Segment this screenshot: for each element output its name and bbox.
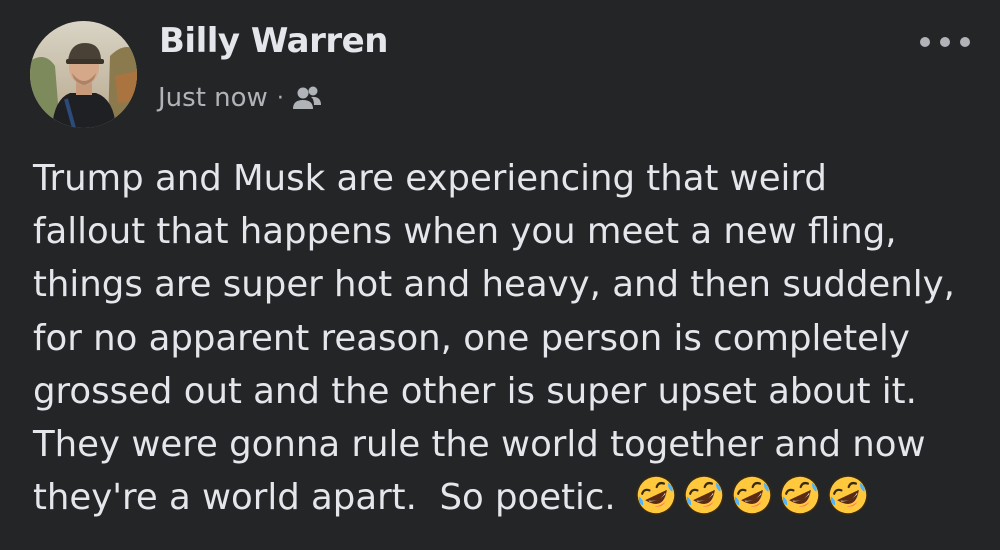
more-options-dot bbox=[940, 37, 950, 47]
post-text-line: Trump and Musk are experiencing that wei… bbox=[33, 158, 827, 199]
meta-separator: · bbox=[276, 85, 284, 111]
post-meta: Just now · bbox=[158, 83, 322, 113]
post-text-line: grossed out and the other is super upset… bbox=[33, 370, 917, 412]
post-text-line: fallout that happens when you meet a new… bbox=[33, 211, 897, 253]
post-card: Billy Warren Just now · Trump and Musk a… bbox=[0, 0, 1000, 550]
rolling-on-floor-laughing-emoji-icon bbox=[779, 475, 820, 515]
more-options-dot bbox=[960, 37, 970, 47]
rolling-on-floor-laughing-emoji-icon bbox=[683, 475, 724, 515]
post-timestamp[interactable]: Just now bbox=[158, 83, 268, 113]
post-body-text: Trump and Musk are experiencing that wei… bbox=[33, 152, 988, 524]
post-text-line: for no apparent reason, one person is co… bbox=[33, 317, 910, 359]
rolling-on-floor-laughing-emoji-icon bbox=[731, 475, 772, 515]
emoji-row bbox=[634, 473, 870, 517]
more-options-icon bbox=[920, 37, 930, 47]
friends-audience-icon[interactable] bbox=[292, 85, 322, 111]
rolling-on-floor-laughing-emoji-icon bbox=[827, 475, 868, 515]
author-avatar[interactable] bbox=[30, 21, 137, 128]
more-options-button[interactable] bbox=[920, 30, 970, 54]
post-text-line: they're a world apart. So poetic. bbox=[33, 477, 616, 519]
rolling-on-floor-laughing-emoji-icon bbox=[635, 475, 676, 515]
post-text-line: things are super hot and heavy, and then… bbox=[33, 264, 955, 306]
author-name[interactable]: Billy Warren bbox=[159, 21, 388, 61]
post-text-last-line: they're a world apart. So poetic. bbox=[33, 471, 988, 524]
post-text-line: They were gonna rule the world together … bbox=[33, 424, 926, 466]
avatar-photo-icon bbox=[30, 21, 137, 128]
